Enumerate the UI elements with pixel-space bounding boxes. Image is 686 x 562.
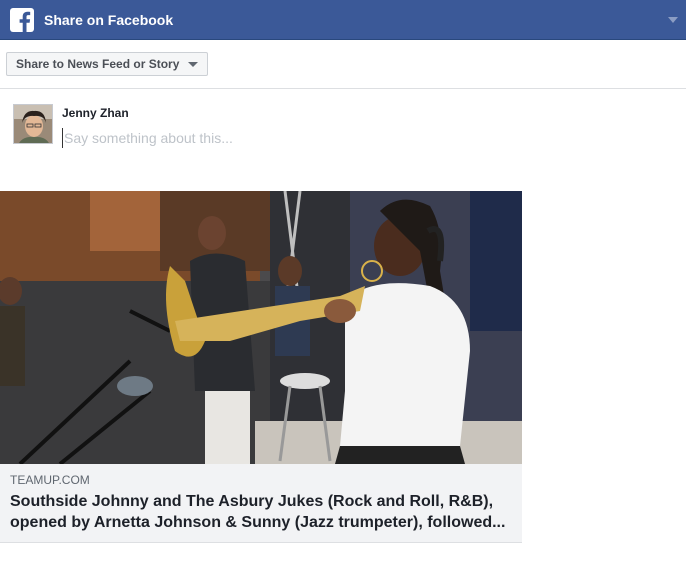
caret-down-icon (188, 62, 199, 67)
share-target-label: Share to News Feed or Story (16, 57, 180, 71)
link-preview-title-line-2: opened by Arnetta Johnson & Sunny (Jazz … (10, 514, 506, 531)
facebook-logo-icon (10, 8, 34, 32)
link-preview-image[interactable] (0, 191, 522, 464)
avatar (13, 104, 53, 144)
caret-down-icon[interactable] (668, 17, 678, 23)
link-preview-title-line-1: Southside Johnny and The Asbury Jukes (R… (10, 493, 494, 510)
link-preview-domain: TEAMUP.COM (10, 473, 90, 487)
dialog-header: Share on Facebook (0, 0, 686, 40)
share-target-dropdown[interactable]: Share to News Feed or Story (6, 52, 209, 76)
user-name: Jenny Zhan (62, 106, 129, 120)
dialog-title: Share on Facebook (44, 12, 174, 28)
divider (0, 88, 686, 89)
link-preview-title[interactable]: Southside Johnny and The Asbury Jukes (R… (10, 491, 515, 533)
share-message-input[interactable] (62, 128, 662, 148)
link-preview-card[interactable]: TEAMUP.COM Southside Johnny and The Asbu… (0, 191, 522, 543)
